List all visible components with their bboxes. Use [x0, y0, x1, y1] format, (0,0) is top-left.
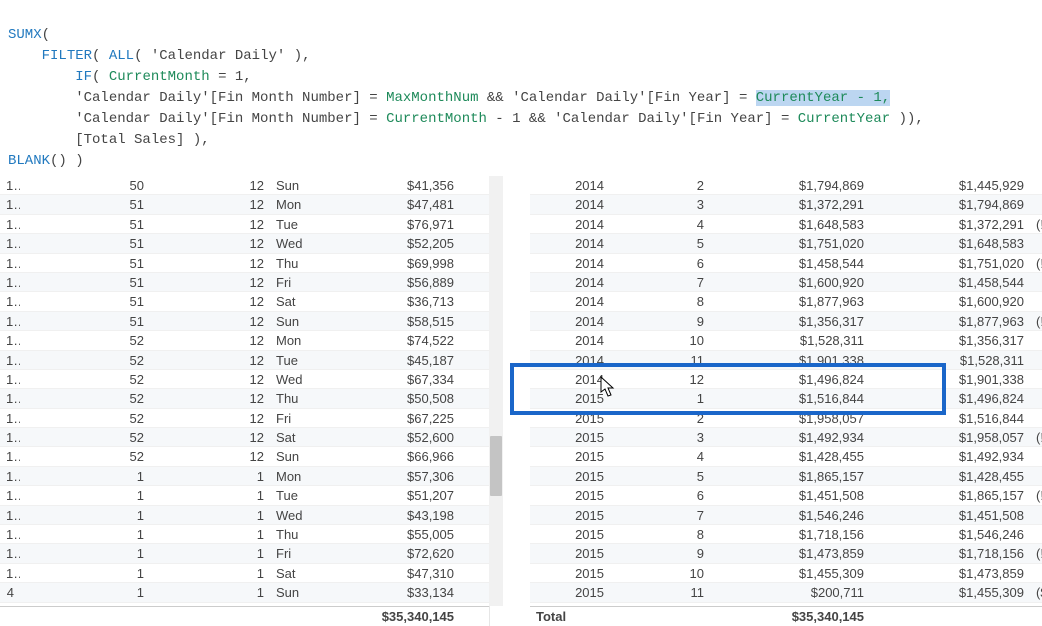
- selected-text: CurrentYear - 1,: [756, 90, 890, 106]
- table-row[interactable]: 411Sun$33,134: [0, 583, 489, 602]
- func-sumx: SUMX: [8, 27, 42, 43]
- left-scrollbar[interactable]: [489, 176, 503, 606]
- left-data-table[interactable]: 145012Sun$41,356145112Mon$47,481145112Tu…: [0, 176, 490, 626]
- table-row[interactable]: 20152$1,958,057$1,516,844: [530, 409, 1042, 428]
- table-row[interactable]: 145212Sun$66,966: [0, 447, 489, 466]
- table-row[interactable]: 1411Fri$72,620: [0, 544, 489, 563]
- table-row[interactable]: 201511$200,711$1,455,309($1: [530, 583, 1042, 602]
- table-row[interactable]: 1411Thu$55,005: [0, 525, 489, 544]
- table-row[interactable]: 20157$1,546,246$1,451,508: [530, 506, 1042, 525]
- table-row[interactable]: 1411Mon$57,306: [0, 467, 489, 486]
- table-row[interactable]: 1411Wed$43,198: [0, 506, 489, 525]
- table-row[interactable]: 145112Sun$58,515: [0, 312, 489, 331]
- table-row[interactable]: 145112Sat$36,713: [0, 292, 489, 311]
- table-row[interactable]: 145212Sat$52,600: [0, 428, 489, 447]
- func-if: IF: [75, 69, 92, 85]
- table-row[interactable]: 20153$1,492,934$1,958,057(!: [530, 428, 1042, 447]
- table-row[interactable]: 1411Tue$51,207: [0, 486, 489, 505]
- table-row[interactable]: 201412$1,496,824$1,901,338: [530, 370, 1042, 389]
- right-data-table[interactable]: 20142$1,794,869$1,445,92920143$1,372,291…: [530, 176, 1042, 626]
- right-total-row: Total $35,340,145: [530, 606, 1042, 626]
- table-row[interactable]: 145112Mon$47,481: [0, 195, 489, 214]
- table-row[interactable]: 20146$1,458,544$1,751,020(!: [530, 254, 1042, 273]
- left-total-value: $35,340,145: [340, 607, 460, 626]
- func-all: ALL: [109, 48, 134, 64]
- var-currentmonth2: CurrentMonth: [386, 111, 487, 127]
- table-row[interactable]: 20144$1,648,583$1,372,291(!: [530, 215, 1042, 234]
- table-row[interactable]: 20145$1,751,020$1,648,583: [530, 234, 1042, 253]
- table-row[interactable]: 20158$1,718,156$1,546,246: [530, 525, 1042, 544]
- table-row[interactable]: 145012Sun$41,356: [0, 176, 489, 195]
- var-currentyear: CurrentYear: [798, 111, 890, 127]
- table-row[interactable]: 145212Tue$45,187: [0, 351, 489, 370]
- var-maxmonthnum: MaxMonthNum: [386, 90, 478, 106]
- table-row[interactable]: 20159$1,473,859$1,718,156(!: [530, 544, 1042, 563]
- table-row[interactable]: 145212Wed$67,334: [0, 370, 489, 389]
- left-scroll-thumb[interactable]: [490, 436, 502, 496]
- formula-editor[interactable]: SUMX( FILTER( ALL( 'Calendar Daily' ), I…: [0, 0, 1042, 176]
- table-row[interactable]: 20151$1,516,844$1,496,824: [530, 389, 1042, 408]
- table-row[interactable]: 20147$1,600,920$1,458,544: [530, 273, 1042, 292]
- table-row[interactable]: 145212Thu$50,508: [0, 389, 489, 408]
- table-row[interactable]: 20155$1,865,157$1,428,455: [530, 467, 1042, 486]
- table-row[interactable]: 20156$1,451,508$1,865,157(!: [530, 486, 1042, 505]
- table-row[interactable]: 201510$1,455,309$1,473,859: [530, 564, 1042, 583]
- func-filter: FILTER: [42, 48, 92, 64]
- table-row[interactable]: 20143$1,372,291$1,794,869: [530, 195, 1042, 214]
- table-row[interactable]: 145212Mon$74,522: [0, 331, 489, 350]
- table-row[interactable]: 201411$1,901,338$1,528,311: [530, 351, 1042, 370]
- table-row[interactable]: 145112Thu$69,998: [0, 254, 489, 273]
- table-row[interactable]: 145112Tue$76,971: [0, 215, 489, 234]
- var-currentmonth: CurrentMonth: [109, 69, 210, 85]
- table-row[interactable]: 20149$1,356,317$1,877,963(!: [530, 312, 1042, 331]
- table-row[interactable]: 201410$1,528,311$1,356,317: [530, 331, 1042, 350]
- table-row[interactable]: 145112Fri$56,889: [0, 273, 489, 292]
- table-row[interactable]: 145112Wed$52,205: [0, 234, 489, 253]
- left-total-row: $35,340,145: [0, 606, 489, 626]
- table-row[interactable]: 20148$1,877,963$1,600,920: [530, 292, 1042, 311]
- table-row[interactable]: 20142$1,794,869$1,445,929: [530, 176, 1042, 195]
- table-row[interactable]: 1411Sat$47,310: [0, 564, 489, 583]
- table-row[interactable]: 145212Fri$67,225: [0, 409, 489, 428]
- right-total-value: $35,340,145: [710, 607, 870, 626]
- func-blank: BLANK: [8, 153, 50, 169]
- right-total-label: Total: [530, 607, 610, 626]
- table-row[interactable]: 20154$1,428,455$1,492,934: [530, 447, 1042, 466]
